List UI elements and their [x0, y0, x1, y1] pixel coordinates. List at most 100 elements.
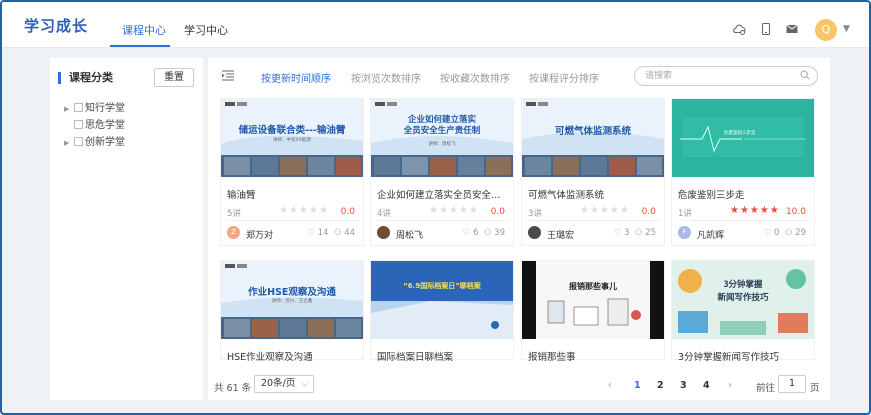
favorite-count: 0 — [774, 228, 780, 238]
course-title[interactable]: HSE作业观察及沟通 — [227, 349, 359, 363]
page-3[interactable]: 3 — [680, 380, 687, 391]
thumbnail-subtitle: 讲师：中化XX能源 — [273, 138, 311, 143]
tab-learning-center[interactable]: 学习中心 — [184, 22, 228, 38]
course-card[interactable]: 可燃气体监测系统 可燃气体监测系统 3讲 ★★★★★ 0.0 王璐宏 ♡ 3 ⚇… — [521, 98, 665, 246]
pagination-bar: 共 61 条 20条/页 ⌵ ‹ 1 2 3 4 › 前往 1 页 — [208, 372, 830, 400]
course-thumbnail[interactable]: 储运设备联合类---输油臂 讲师：中化XX能源 — [221, 99, 363, 177]
lesson-count: 5讲 — [227, 209, 241, 219]
tree-item-chuangxin[interactable]: ▶ 创新学堂 — [64, 136, 125, 150]
course-card[interactable]: 企业如何建立落实 全员安全生产责任制 讲师：周松飞 企业如何建立落实全员安全生产… — [370, 98, 514, 246]
tree-item-siwei[interactable]: 思危学堂 — [64, 119, 125, 133]
thumbnail-heading: 可燃气体监测系统 — [554, 126, 631, 137]
sort-by-rating[interactable]: 按课程评分排序 — [529, 70, 599, 85]
reset-button[interactable]: 重置 — [154, 68, 194, 87]
user-icon: ⚇ — [634, 228, 643, 238]
lesson-count: 3讲 — [528, 209, 542, 219]
tab-course-center[interactable]: 课程中心 — [122, 22, 166, 38]
rating-stars: ★★★★★ — [429, 205, 479, 216]
stats: ♡ 3 ⚇ 25 — [614, 228, 656, 238]
app-window: 学习成长 课程中心 学习中心 Q ▼ 课程分类 重置 ▶ 知行学堂 思危学堂 ▶ 创… — [0, 0, 871, 415]
stats: ♡ 14 ⚇ 44 — [307, 228, 355, 238]
thumbnail-heading: 报销那些事儿 — [569, 282, 617, 291]
author-name: 周松飞 — [396, 231, 424, 241]
course-card[interactable]: 危废鉴别三步走 危废鉴别三步走 1讲 ★★★★★ 10.0 F 凡凯辉 ♡ 0 … — [671, 98, 815, 246]
page-size-select[interactable]: 20条/页 ⌵ — [254, 375, 314, 393]
thumbnail-subtitle: 讲师：周松飞 — [428, 142, 456, 147]
tree-item-label: 思危学堂 — [85, 120, 125, 131]
course-title[interactable]: 3分钟掌握新闻写作技巧 — [678, 349, 810, 363]
heart-icon: ♡ — [307, 228, 315, 238]
expand-arrow-icon[interactable]: ▶ — [64, 136, 74, 150]
cloud-settings-icon[interactable] — [732, 22, 746, 36]
author-avatar — [377, 226, 390, 239]
tree-item-zhixing[interactable]: ▶ 知行学堂 — [64, 102, 125, 116]
search-input[interactable] — [645, 70, 785, 82]
page-unit-label: 页 — [810, 383, 820, 394]
favorite-count: 14 — [317, 228, 329, 238]
category-title: 课程分类 — [58, 72, 113, 84]
sort-by-update-time[interactable]: 按更新时间顺序 — [261, 70, 331, 85]
thumbnail-heading: “6.9国际档案日”聊档案 — [403, 282, 481, 290]
rating-score: 0.0 — [490, 207, 505, 217]
category-checkbox[interactable] — [74, 103, 83, 112]
course-thumbnail[interactable]: 可燃气体监测系统 — [522, 99, 664, 177]
course-title[interactable]: 危废鉴别三步走 — [678, 187, 810, 201]
course-card[interactable]: 储运设备联合类---输油臂 讲师：中化XX能源 输油臂 5讲 ★★★★★ 0.0… — [220, 98, 364, 246]
next-page-button[interactable]: › — [728, 380, 732, 391]
course-card[interactable]: 3分钟掌握 新闻写作技巧 3分钟掌握新闻写作技巧 — [671, 260, 815, 363]
user-avatar[interactable]: Q — [815, 19, 837, 41]
category-checkbox[interactable] — [74, 137, 83, 146]
sort-by-favorites[interactable]: 按收藏次数排序 — [440, 70, 510, 85]
course-title[interactable]: 报销那些事 — [528, 349, 660, 363]
stats: ♡ 0 ⚇ 29 — [764, 228, 806, 238]
user-icon: ⚇ — [333, 228, 342, 238]
list-toggle-icon[interactable] — [222, 70, 234, 84]
author-avatar — [528, 226, 541, 239]
thumbnail-heading: 企业如何建立落实 全员安全生产责任制 — [403, 115, 481, 136]
divider — [678, 220, 810, 221]
prev-page-button[interactable]: ‹ — [608, 380, 612, 391]
sort-by-views[interactable]: 按浏览次数排序 — [351, 70, 421, 85]
rating-score: 10.0 — [785, 207, 806, 217]
thumbnail-subtitle: 讲师：吕兴、王立鑫 — [271, 299, 313, 304]
user-icon: ⚇ — [483, 228, 492, 238]
view-count: 25 — [645, 228, 656, 238]
page-2[interactable]: 2 — [657, 380, 664, 391]
course-thumbnail[interactable]: 危废鉴别三步走 — [672, 99, 814, 177]
search-icon[interactable] — [800, 70, 810, 83]
course-thumbnail[interactable]: 3分钟掌握 新闻写作技巧 — [672, 261, 814, 339]
page-1[interactable]: 1 — [634, 380, 641, 391]
tree-item-label: 知行学堂 — [85, 103, 125, 114]
favorite-count: 3 — [624, 228, 630, 238]
page-4[interactable]: 4 — [703, 380, 710, 391]
divider — [227, 220, 359, 221]
author-name: 郑万对 — [246, 231, 274, 241]
user-menu-caret-icon[interactable]: ▼ — [843, 24, 850, 34]
user-icon: ⚇ — [784, 228, 793, 238]
rating-score: 0.0 — [340, 207, 355, 217]
course-title[interactable]: 企业如何建立落实全员安全生产责任制 — [377, 187, 509, 201]
mail-icon[interactable] — [785, 22, 799, 36]
course-title[interactable]: 输油臂 — [227, 187, 359, 201]
course-title[interactable]: 可燃气体监测系统 — [528, 187, 660, 201]
category-checkbox[interactable] — [74, 120, 83, 129]
thumbnail-heading: 危废鉴别三步走 — [724, 131, 756, 136]
view-count: 29 — [795, 228, 806, 238]
course-thumbnail[interactable]: “6.9国际档案日”聊档案 — [371, 261, 513, 339]
author-name: 凡凯辉 — [697, 231, 725, 241]
course-thumbnail[interactable]: 作业HSE观察及沟通 讲师：吕兴、王立鑫 — [221, 261, 363, 339]
course-title[interactable]: 国际档案日聊档案 — [377, 349, 509, 363]
page-size-value: 20条/页 — [261, 378, 296, 389]
course-card[interactable]: 作业HSE观察及沟通 讲师：吕兴、王立鑫 HSE作业观察及沟通 — [220, 260, 364, 363]
goto-page-input[interactable]: 1 — [778, 375, 806, 393]
course-card[interactable]: “6.9国际档案日”聊档案 国际档案日聊档案 — [370, 260, 514, 363]
search-box[interactable] — [634, 66, 818, 86]
course-card[interactable]: 报销那些事儿 报销那些事 — [521, 260, 665, 363]
view-count: 44 — [344, 228, 355, 238]
expand-arrow-icon[interactable]: ▶ — [64, 102, 74, 116]
mobile-icon[interactable] — [759, 22, 773, 36]
author-avatar: F — [678, 226, 691, 239]
course-thumbnail[interactable]: 企业如何建立落实 全员安全生产责任制 讲师：周松飞 — [371, 99, 513, 177]
course-thumbnail[interactable]: 报销那些事儿 — [522, 261, 664, 339]
divider — [377, 220, 509, 221]
